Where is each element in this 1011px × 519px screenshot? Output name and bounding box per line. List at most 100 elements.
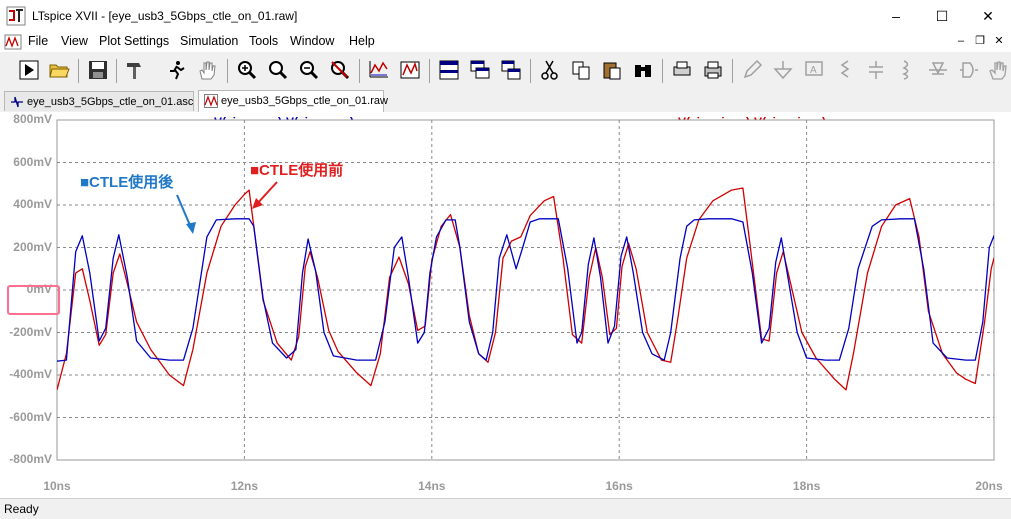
waveform-viewer[interactable]: V(vin_eq_p)-V(vin_eq_n) V(vin_pin_p)-V(v…: [0, 112, 1011, 498]
toolbar-separator: [227, 59, 228, 83]
autorange-icon: [369, 61, 388, 78]
tile-horizontal-icon: [439, 60, 459, 80]
print-preview-button[interactable]: [669, 57, 695, 83]
toolbar-separator: [429, 59, 430, 83]
y-tick-label: 200mV: [13, 239, 52, 254]
cascade-icon: [470, 60, 490, 79]
label-net-button[interactable]: A: [801, 57, 827, 83]
copy-button[interactable]: [568, 57, 594, 83]
ground-icon: [773, 61, 793, 80]
ground-button[interactable]: [770, 57, 796, 83]
tab-schematic[interactable]: eye_usb3_5Gbps_ctle_on_01.asc: [4, 91, 194, 111]
minimize-button[interactable]: –: [873, 0, 919, 32]
running-man-icon: [170, 61, 185, 80]
toolbar-separator: [359, 59, 360, 83]
control-panel-button[interactable]: [122, 57, 148, 83]
folder-open-icon: [49, 64, 70, 78]
autorange-button[interactable]: [366, 57, 392, 83]
schematic-icon: [11, 96, 23, 108]
mdi-close-icon: ✕: [994, 35, 1004, 47]
zoom-out-button[interactable]: [296, 57, 322, 83]
open-hand-icon: [989, 61, 1007, 80]
toolbar: A: [0, 54, 1011, 88]
mdi-minimize-button[interactable]: –: [953, 34, 969, 49]
plot-canvas[interactable]: [0, 112, 1011, 498]
minimize-icon: –: [892, 8, 900, 24]
annotation-ctle-after: ■CTLE使用後: [80, 174, 174, 191]
status-text: Ready: [4, 502, 39, 516]
tab-waveform-label: eye_usb3_5Gbps_ctle_on_01.raw: [221, 95, 388, 107]
tab-waveform[interactable]: eye_usb3_5Gbps_ctle_on_01.raw: [198, 90, 388, 112]
status-bar: Ready: [0, 498, 1011, 519]
component-button[interactable]: [956, 57, 982, 83]
inductor-icon: [902, 60, 909, 80]
open-button[interactable]: [46, 57, 72, 83]
chart-box-icon: [400, 61, 420, 79]
x-tick-label: 20ns: [975, 479, 1003, 493]
menu-file[interactable]: File: [28, 34, 48, 48]
x-tick-label: 10ns: [43, 479, 71, 493]
run-button[interactable]: [16, 57, 42, 83]
print-preview-icon: [673, 61, 691, 76]
tab-schematic-label: eye_usb3_5Gbps_ctle_on_01.asc: [27, 96, 194, 108]
y-tick-label: -800mV: [9, 452, 52, 466]
mdi-close-button[interactable]: ✕: [991, 34, 1007, 49]
zoom-in-button[interactable]: [234, 57, 260, 83]
cascade-button[interactable]: [467, 57, 493, 83]
print-button[interactable]: [700, 57, 726, 83]
copy-icon: [572, 61, 590, 80]
tile-horizontal-button[interactable]: [436, 57, 462, 83]
maximize-button[interactable]: ☐: [919, 0, 965, 32]
diode-button[interactable]: [925, 57, 951, 83]
find-button[interactable]: [630, 57, 656, 83]
zoom-full-button[interactable]: [327, 57, 353, 83]
menu-help[interactable]: Help: [349, 34, 375, 48]
zoom-in-icon: [238, 61, 257, 80]
waveform-window-icon[interactable]: [4, 34, 22, 50]
zoom-cancel-icon: [331, 61, 350, 80]
save-button[interactable]: [85, 57, 111, 83]
save-icon: [89, 61, 107, 79]
scissors-icon: [541, 60, 558, 80]
binoculars-icon: [635, 65, 651, 77]
tile-vertical-button[interactable]: [498, 57, 524, 83]
draw-wire-button[interactable]: [739, 57, 765, 83]
maximize-icon: ☐: [935, 8, 949, 24]
toolbar-separator: [662, 59, 663, 83]
resistor-icon: [840, 60, 850, 78]
component-icon: [960, 62, 978, 78]
y-tick-label: 600mV: [13, 154, 52, 169]
x-tick-label: 18ns: [792, 479, 821, 493]
label-net-icon: A: [805, 61, 823, 76]
menu-tools[interactable]: Tools: [249, 34, 278, 48]
inductor-button[interactable]: [894, 57, 920, 83]
menu-window[interactable]: Window: [290, 34, 334, 48]
menu-simulation[interactable]: Simulation: [180, 34, 238, 48]
ltspice-app-icon[interactable]: [6, 6, 26, 26]
paste-icon: [603, 62, 621, 80]
x-tick-label: 16ns: [605, 479, 633, 493]
resistor-button[interactable]: [832, 57, 858, 83]
printer-icon: [704, 61, 722, 79]
waveform-icon: [204, 94, 218, 108]
window-title: LTspice XVII - [eye_usb3_5Gbps_ctle_on_0…: [32, 9, 298, 23]
document-tabs: eye_usb3_5Gbps_ctle_on_01.asc eye_usb3_5…: [0, 90, 1011, 112]
close-button[interactable]: ✕: [965, 0, 1011, 32]
hammer-icon: [127, 63, 141, 79]
y-tick-label: -200mV: [9, 324, 52, 339]
toolbar-separator: [116, 59, 117, 83]
halt-button[interactable]: [163, 57, 189, 83]
move-button[interactable]: [985, 57, 1011, 83]
hand-icon: [199, 61, 216, 80]
paste-button[interactable]: [599, 57, 625, 83]
menu-plot-settings[interactable]: Plot Settings: [99, 34, 169, 48]
cut-button[interactable]: [537, 57, 563, 83]
pan-button[interactable]: [194, 57, 220, 83]
mdi-restore-button[interactable]: ❐: [972, 34, 988, 49]
menu-view[interactable]: View: [61, 34, 88, 48]
zoom-area-button[interactable]: [265, 57, 291, 83]
zoom-icon: [269, 61, 288, 80]
pencil-icon: [743, 59, 763, 79]
capacitor-button[interactable]: [863, 57, 889, 83]
fft-button[interactable]: [397, 57, 423, 83]
